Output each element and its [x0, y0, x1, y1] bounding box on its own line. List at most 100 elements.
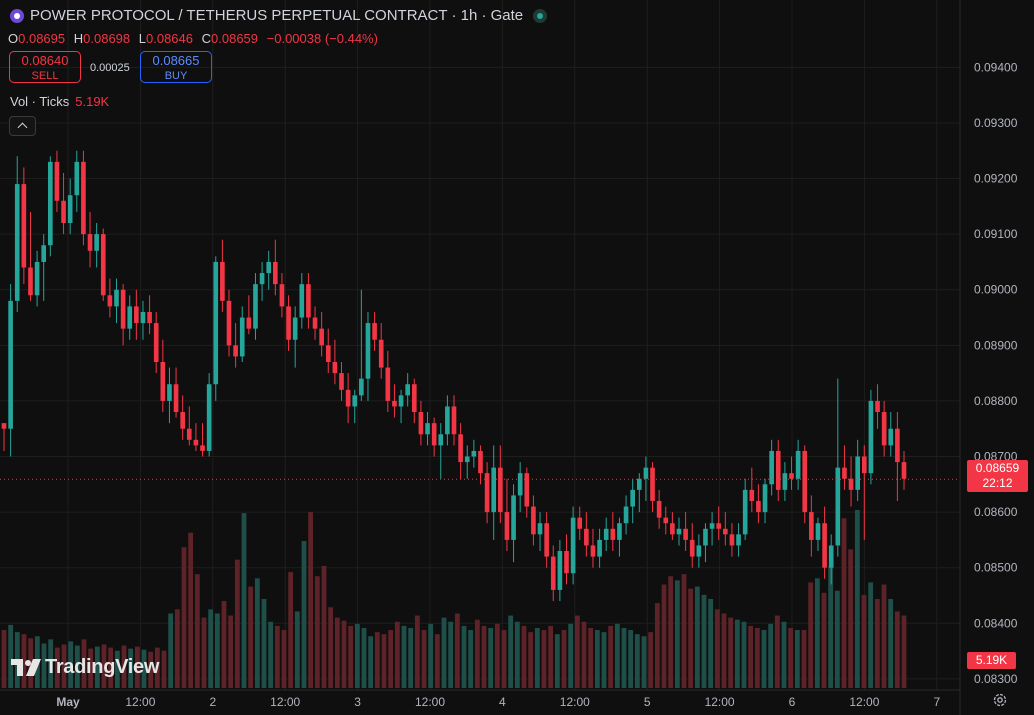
candle-body[interactable] — [875, 400, 880, 413]
candle-body[interactable] — [21, 184, 27, 268]
candle-body[interactable] — [134, 306, 139, 324]
candle-body[interactable] — [471, 450, 477, 457]
candle-body[interactable] — [345, 389, 351, 407]
candle-body[interactable] — [405, 384, 410, 396]
candle-body[interactable] — [517, 473, 523, 496]
candle-body[interactable] — [584, 528, 589, 546]
candle-body[interactable] — [762, 484, 768, 513]
candle-body[interactable] — [643, 467, 649, 479]
candle-body[interactable] — [312, 317, 318, 329]
candle-body[interactable] — [14, 184, 20, 301]
candle-body[interactable] — [663, 517, 669, 524]
candle-body[interactable] — [299, 284, 305, 318]
candle-body[interactable] — [881, 412, 887, 446]
candle-body[interactable] — [259, 273, 265, 285]
candle-body[interactable] — [332, 362, 338, 374]
candle-body[interactable] — [756, 500, 761, 513]
volume-legend[interactable]: Vol · Ticks 5.19K — [10, 94, 109, 109]
candle-body[interactable] — [861, 456, 867, 474]
candle-body[interactable] — [531, 506, 536, 535]
candle-body[interactable] — [431, 423, 437, 446]
candle-body[interactable] — [54, 161, 60, 201]
candle-body[interactable] — [160, 362, 166, 401]
candle-body[interactable] — [895, 428, 900, 463]
candle-body[interactable] — [153, 323, 159, 362]
candle-body[interactable] — [464, 456, 470, 463]
candle-body[interactable] — [749, 489, 755, 501]
tradingview-logo[interactable]: TradingView — [11, 656, 159, 679]
candle-body[interactable] — [855, 456, 860, 490]
candle-body[interactable] — [339, 373, 344, 390]
candle-body[interactable] — [418, 412, 424, 435]
candle-body[interactable] — [557, 551, 563, 590]
candle-body[interactable] — [636, 478, 642, 490]
candle-body[interactable] — [352, 395, 358, 407]
candle-body[interactable] — [888, 428, 894, 446]
buy-button[interactable]: 0.08665 BUY — [140, 51, 212, 83]
candle-body[interactable] — [670, 523, 675, 535]
candle-body[interactable] — [398, 395, 404, 407]
candle-body[interactable] — [789, 473, 794, 479]
candle-body[interactable] — [696, 545, 702, 557]
candle-body[interactable] — [491, 467, 497, 513]
candle-body[interactable] — [511, 495, 516, 540]
candle-body[interactable] — [67, 195, 73, 224]
candle-body[interactable] — [689, 539, 695, 557]
candle-body[interactable] — [742, 489, 748, 535]
candle-body[interactable] — [703, 528, 708, 546]
candle-body[interactable] — [286, 306, 291, 340]
candle-body[interactable] — [100, 234, 106, 296]
candle-body[interactable] — [147, 311, 152, 324]
candle-body[interactable] — [425, 423, 430, 435]
candle-body[interactable] — [193, 439, 199, 446]
candle-body[interactable] — [809, 512, 814, 540]
candle-body[interactable] — [186, 428, 192, 440]
candle-body[interactable] — [213, 261, 219, 385]
candle-body[interactable] — [173, 384, 179, 413]
candle-body[interactable] — [564, 551, 569, 574]
candle-body[interactable] — [306, 284, 311, 318]
candle-body[interactable] — [385, 367, 391, 401]
candle-body[interactable] — [504, 512, 510, 540]
candle-body[interactable] — [81, 161, 86, 235]
candle-body[interactable] — [623, 506, 629, 524]
candle-body[interactable] — [180, 412, 185, 429]
collapse-legend-button[interactable] — [9, 116, 36, 136]
candle-body[interactable] — [822, 523, 827, 568]
candle-body[interactable] — [458, 434, 463, 463]
candle-body[interactable] — [8, 300, 13, 429]
candle-body[interactable] — [603, 528, 609, 540]
sell-button[interactable]: 0.08640 SELL — [9, 51, 81, 83]
candle-body[interactable] — [378, 339, 384, 368]
candle-body[interactable] — [325, 345, 331, 362]
candle-body[interactable] — [802, 450, 808, 513]
candle-body[interactable] — [167, 384, 172, 401]
price-chart[interactable]: 0.09400 0.09300 0.09200 0.09100 0.09000 0.089… — [0, 0, 1034, 715]
candle-body[interactable] — [94, 234, 99, 251]
candle-body[interactable] — [87, 234, 93, 251]
candle-body[interactable] — [769, 450, 774, 485]
candle-body[interactable] — [828, 545, 834, 568]
candle-body[interactable] — [220, 261, 225, 301]
candle-body[interactable] — [451, 406, 457, 435]
candle-body[interactable] — [729, 534, 735, 546]
candle-body[interactable] — [901, 462, 907, 479]
candle-body[interactable] — [114, 289, 119, 307]
candle-body[interactable] — [107, 295, 113, 307]
candle-body[interactable] — [550, 556, 556, 590]
candle-body[interactable] — [41, 245, 47, 262]
candle-body[interactable] — [795, 450, 801, 479]
gear-icon[interactable] — [992, 692, 1008, 708]
candle-body[interactable] — [716, 523, 722, 529]
candle-body[interactable] — [524, 473, 530, 507]
candle-body[interactable] — [723, 528, 728, 535]
candle-body[interactable] — [226, 300, 232, 346]
candle-body[interactable] — [28, 267, 33, 296]
candle-body[interactable] — [279, 284, 285, 307]
candle-body[interactable] — [610, 528, 616, 540]
symbol-title[interactable]: POWER PROTOCOL / TETHERUS PERPETUAL CONT… — [30, 7, 523, 24]
candle-body[interactable] — [365, 323, 371, 379]
candle-body[interactable] — [656, 500, 662, 518]
candle-body[interactable] — [782, 473, 788, 490]
candle-body[interactable] — [372, 323, 377, 340]
